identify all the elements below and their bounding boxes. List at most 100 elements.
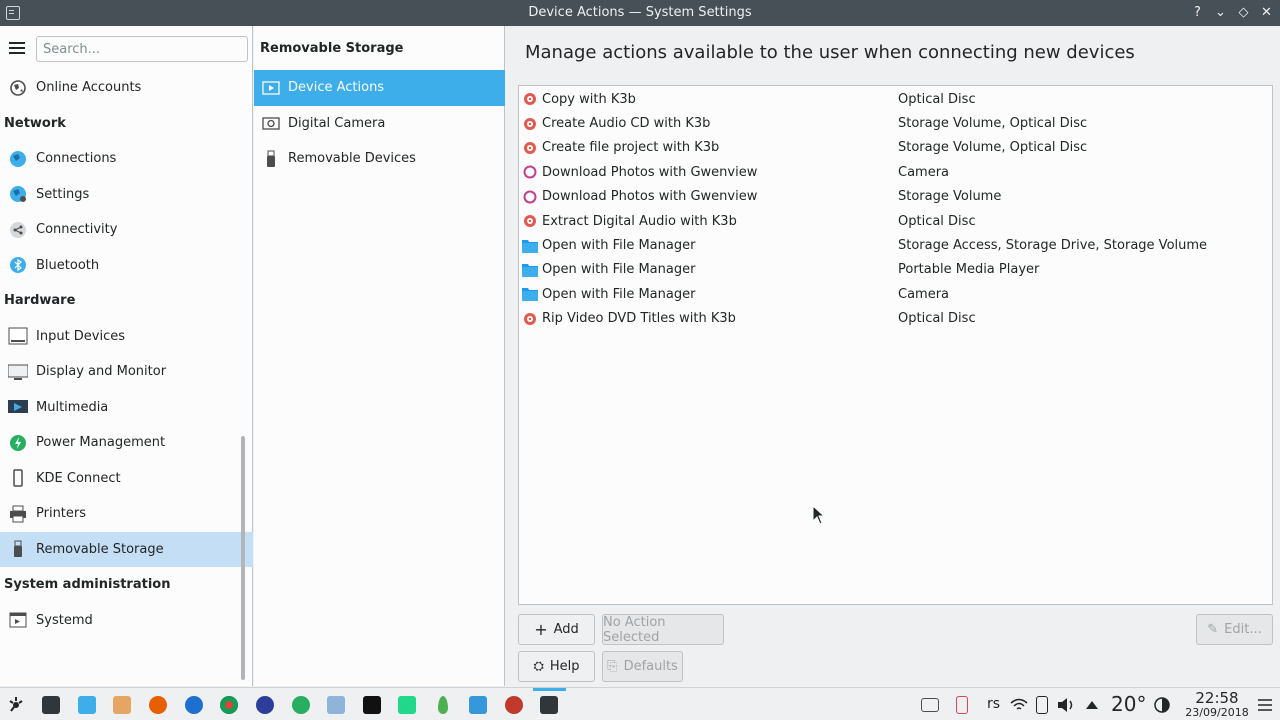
subpanel-item-device-actions[interactable]: Device Actions <box>254 70 505 106</box>
sidebar-item-printers[interactable]: Printers <box>0 496 253 532</box>
sidebar-item-power-management[interactable]: Power Management <box>0 425 253 461</box>
hamburger-menu-icon[interactable] <box>9 42 25 54</box>
gwenview-icon <box>522 189 538 205</box>
usb-icon <box>8 539 28 559</box>
sidebar-item-settings[interactable]: Settings <box>0 177 253 213</box>
system-settings-task-icon[interactable] <box>538 694 560 716</box>
add-button[interactable]: + Add <box>518 614 595 645</box>
wifi-icon[interactable] <box>1008 694 1030 716</box>
help-button-label: Help <box>549 659 580 674</box>
subpanel-item-removable-devices[interactable]: Removable Devices <box>254 141 505 177</box>
file-manager-icon[interactable] <box>76 694 98 716</box>
search-input[interactable] <box>36 36 248 62</box>
trash-icon[interactable] <box>951 694 973 716</box>
volume-icon[interactable] <box>1055 694 1077 716</box>
spotify-icon[interactable] <box>290 694 312 716</box>
sidebar-item-connections[interactable]: Connections <box>0 141 253 177</box>
keyboard-icon <box>8 326 28 346</box>
close-icon[interactable]: ✕ <box>1257 3 1276 22</box>
sidebar-scrollbar[interactable] <box>241 436 245 680</box>
sidebar-item-removable-storage[interactable]: Removable Storage <box>0 531 253 567</box>
sidebar-item-label: KDE Connect <box>36 470 121 486</box>
sidebar: Online Accounts Network Connections Sett… <box>0 26 253 686</box>
book-icon[interactable] <box>111 694 133 716</box>
main-panel: Manage actions available to the user whe… <box>506 26 1280 686</box>
k3b-icon <box>522 116 538 132</box>
night-mode-icon[interactable] <box>1151 694 1173 716</box>
subpanel-item-label: Digital Camera <box>288 115 386 131</box>
defaults-button[interactable]: ⎘ Defaults <box>602 651 683 682</box>
no-action-label: No Action Selected <box>603 614 666 645</box>
defaults-button-label: Defaults <box>623 659 678 674</box>
share-icon <box>8 220 28 240</box>
pencil-icon: ✎ <box>1207 622 1219 637</box>
sidebar-item-multimedia[interactable]: Multimedia <box>0 390 253 426</box>
usb-icon <box>262 150 280 168</box>
clock-date: 23/09/2018 <box>1185 706 1249 719</box>
pycharm-icon[interactable] <box>396 694 418 716</box>
sidebar-item-bluetooth[interactable]: Bluetooth <box>0 248 253 284</box>
firefox-icon[interactable] <box>147 694 169 716</box>
clipboard-icon[interactable] <box>1031 694 1053 716</box>
maximize-icon[interactable]: ◇ <box>1234 3 1253 22</box>
mongodb-icon[interactable] <box>432 694 454 716</box>
sidebar-item-systemd[interactable]: Systemd <box>0 603 253 639</box>
sidebar-item-kde-connect[interactable]: KDE Connect <box>0 461 253 497</box>
action-row[interactable]: Create file project with K3b Storage Volu… <box>519 136 1272 160</box>
app-red-icon[interactable] <box>503 694 525 716</box>
bluetooth-icon <box>8 255 28 275</box>
actions-list[interactable]: Copy with K3b Optical Disc Create Audio CD… <box>518 85 1273 605</box>
show-desktop-icon[interactable] <box>919 694 941 716</box>
taskbar: rs 20° 22:58 23/09/2018 <box>0 687 1280 720</box>
help-icon[interactable]: ? <box>1188 3 1207 22</box>
expand-tray-icon[interactable] <box>1081 694 1103 716</box>
device-actions-icon <box>262 79 280 97</box>
action-row[interactable]: Open with File Manager Storage Access, St… <box>519 233 1272 257</box>
intellij-icon[interactable] <box>361 694 383 716</box>
systemd-icon <box>8 610 28 630</box>
action-row[interactable]: Extract Digital Audio with K3b Optical Di… <box>519 209 1272 233</box>
action-name: Copy with K3b <box>542 91 636 107</box>
subpanel-header: Removable Storage <box>260 41 404 56</box>
action-row[interactable]: Download Photos with Gwenview Camera <box>519 160 1272 184</box>
sidebar-item-label: Display and Monitor <box>36 364 167 380</box>
keyboard-layout[interactable]: rs <box>987 696 1000 712</box>
sidebar-item-input-devices[interactable]: Input Devices <box>0 319 253 355</box>
action-name: Rip Video DVD Titles with K3b <box>542 311 736 327</box>
digital-clock[interactable]: 22:58 23/09/2018 <box>1184 690 1250 719</box>
weather-temperature[interactable]: 20° <box>1111 692 1146 716</box>
no-action-selected-button[interactable]: No Action Selected <box>602 614 724 645</box>
action-row[interactable]: Create Audio CD with K3b Storage Volume, … <box>519 111 1272 135</box>
application-launcher-icon[interactable] <box>5 694 27 716</box>
thunderbird-icon[interactable] <box>183 694 205 716</box>
edit-button[interactable]: ✎ Edit... <box>1196 614 1273 645</box>
terminal-icon[interactable] <box>40 694 62 716</box>
camera-icon <box>262 114 280 132</box>
action-name: Download Photos with Gwenview <box>542 189 758 205</box>
sidebar-item-connectivity[interactable]: Connectivity <box>0 212 253 248</box>
monitor-app-icon[interactable] <box>467 694 489 716</box>
folder-icon <box>522 238 538 254</box>
minimize-icon[interactable]: ⌄ <box>1211 3 1230 22</box>
action-row[interactable]: Rip Video DVD Titles with K3b Optical Dis… <box>519 307 1272 331</box>
action-row[interactable]: Open with File Manager Portable Media Pla… <box>519 258 1272 282</box>
subpanel-item-digital-camera[interactable]: Digital Camera <box>254 106 505 142</box>
action-row[interactable]: Copy with K3b Optical Disc <box>519 87 1272 111</box>
globe-app-icon[interactable] <box>254 694 276 716</box>
action-device-type: Storage Volume, Optical Disc <box>898 116 1088 132</box>
action-device-type: Optical Disc <box>898 311 976 327</box>
sidebar-nav: Online Accounts Network Connections Sett… <box>0 70 253 638</box>
sidebar-item-display-and-monitor[interactable]: Display and Monitor <box>0 354 253 390</box>
multimedia-icon <box>8 397 28 417</box>
monitor-icon <box>8 362 28 382</box>
panel-menu-icon[interactable] <box>1254 694 1276 716</box>
action-device-type: Storage Access, Storage Drive, Storage V… <box>898 238 1208 254</box>
action-row[interactable]: Open with File Manager Camera <box>519 282 1272 306</box>
sidebar-item-online-accounts[interactable]: Online Accounts <box>0 70 253 106</box>
sidebar-item-label: Input Devices <box>36 328 126 344</box>
help-button[interactable]: ⛭ Help <box>518 651 595 682</box>
action-device-type: Optical Disc <box>898 213 976 229</box>
chrome-icon[interactable] <box>218 694 240 716</box>
action-row[interactable]: Download Photos with Gwenview Storage Vol… <box>519 185 1272 209</box>
virtualbox-icon[interactable] <box>325 694 347 716</box>
